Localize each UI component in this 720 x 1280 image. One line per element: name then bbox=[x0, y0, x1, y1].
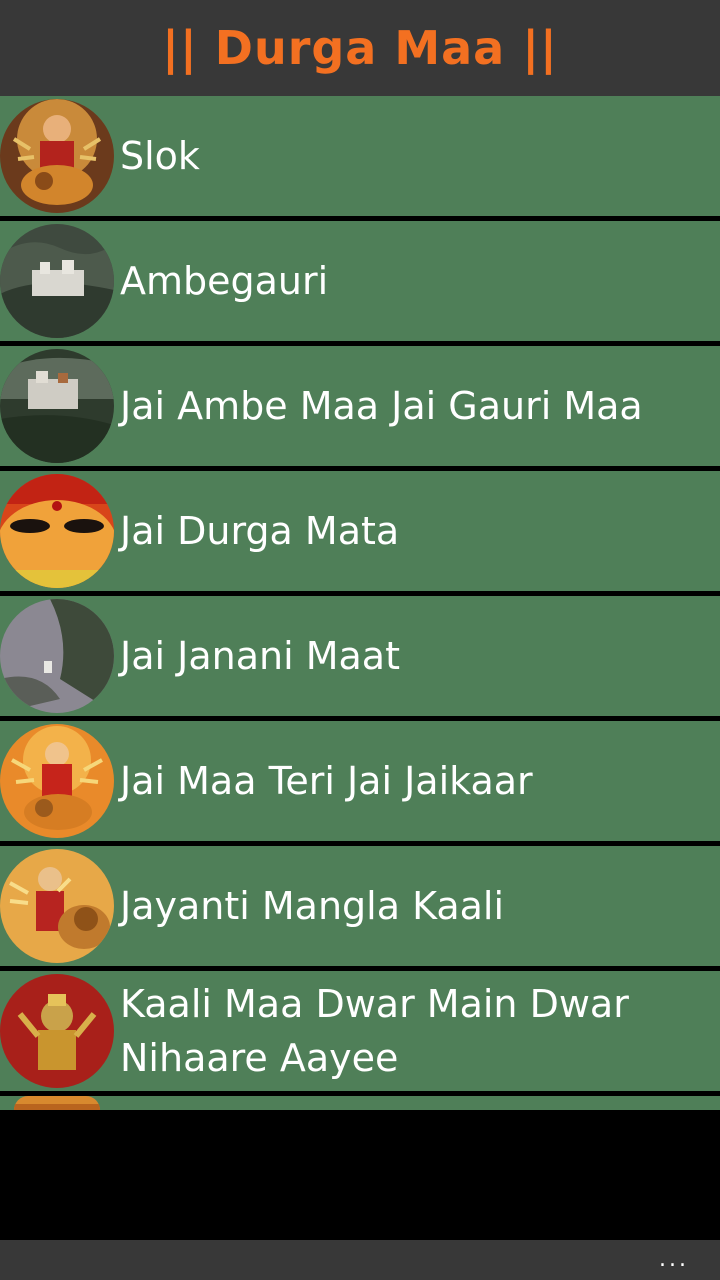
temple-complex-image bbox=[0, 349, 114, 463]
list-item-label: Slok bbox=[120, 134, 200, 178]
list-item-jayanti-mangla-kaali[interactable]: Jayanti Mangla Kaali bbox=[0, 846, 720, 966]
durga-on-lion-image bbox=[0, 849, 114, 963]
misty-mountain-image bbox=[0, 599, 114, 713]
more-options-button[interactable]: ... bbox=[656, 1246, 692, 1274]
list-item-jai-janani-maat[interactable]: Jai Janani Maat bbox=[0, 596, 720, 716]
list-item-ambegauri[interactable]: Ambegauri bbox=[0, 221, 720, 341]
durga-face-image bbox=[0, 474, 114, 588]
durga-on-lion-image bbox=[0, 724, 114, 838]
durga-idol-image bbox=[0, 974, 114, 1088]
app-bar: ... bbox=[0, 1240, 720, 1280]
list-item-label: Jai Durga Mata bbox=[120, 509, 400, 553]
durga-image bbox=[14, 1096, 100, 1110]
header: || Durga Maa || bbox=[0, 0, 720, 96]
list-item-jai-durga-mata[interactable]: Jai Durga Mata bbox=[0, 471, 720, 591]
hill-temple-image bbox=[0, 224, 114, 338]
list-item-label: Kaali Maa Dwar Main Dwar Nihaare Aayee bbox=[120, 982, 629, 1080]
list-item-jai-maa-teri-jai-jaikaar[interactable]: Jai Maa Teri Jai Jaikaar bbox=[0, 721, 720, 841]
page-title: || Durga Maa || bbox=[162, 21, 558, 75]
durga-on-lion-image bbox=[0, 99, 114, 213]
list-item-label: Jayanti Mangla Kaali bbox=[120, 884, 505, 928]
empty-area bbox=[0, 1110, 720, 1240]
list-item[interactable] bbox=[0, 1096, 720, 1110]
list-item-label: Jai Maa Teri Jai Jaikaar bbox=[120, 759, 533, 803]
list-item-slok[interactable]: Slok bbox=[0, 96, 720, 216]
list-item-kaali-maa-dwar-main-dwar-nihaare-aayee[interactable]: Kaali Maa Dwar Main Dwar Nihaare Aayee bbox=[0, 971, 720, 1091]
list-item-jai-ambe-maa-jai-gauri-maa[interactable]: Jai Ambe Maa Jai Gauri Maa bbox=[0, 346, 720, 466]
list-item-label: Jai Ambe Maa Jai Gauri Maa bbox=[120, 384, 643, 428]
app-root: || Durga Maa || Slok Ambegauri Jai Ambe … bbox=[0, 0, 720, 1280]
list-item-label: Jai Janani Maat bbox=[120, 634, 400, 678]
list-item-label: Ambegauri bbox=[120, 259, 329, 303]
song-list[interactable]: Slok Ambegauri Jai Ambe Maa Jai Gauri Ma… bbox=[0, 96, 720, 1110]
